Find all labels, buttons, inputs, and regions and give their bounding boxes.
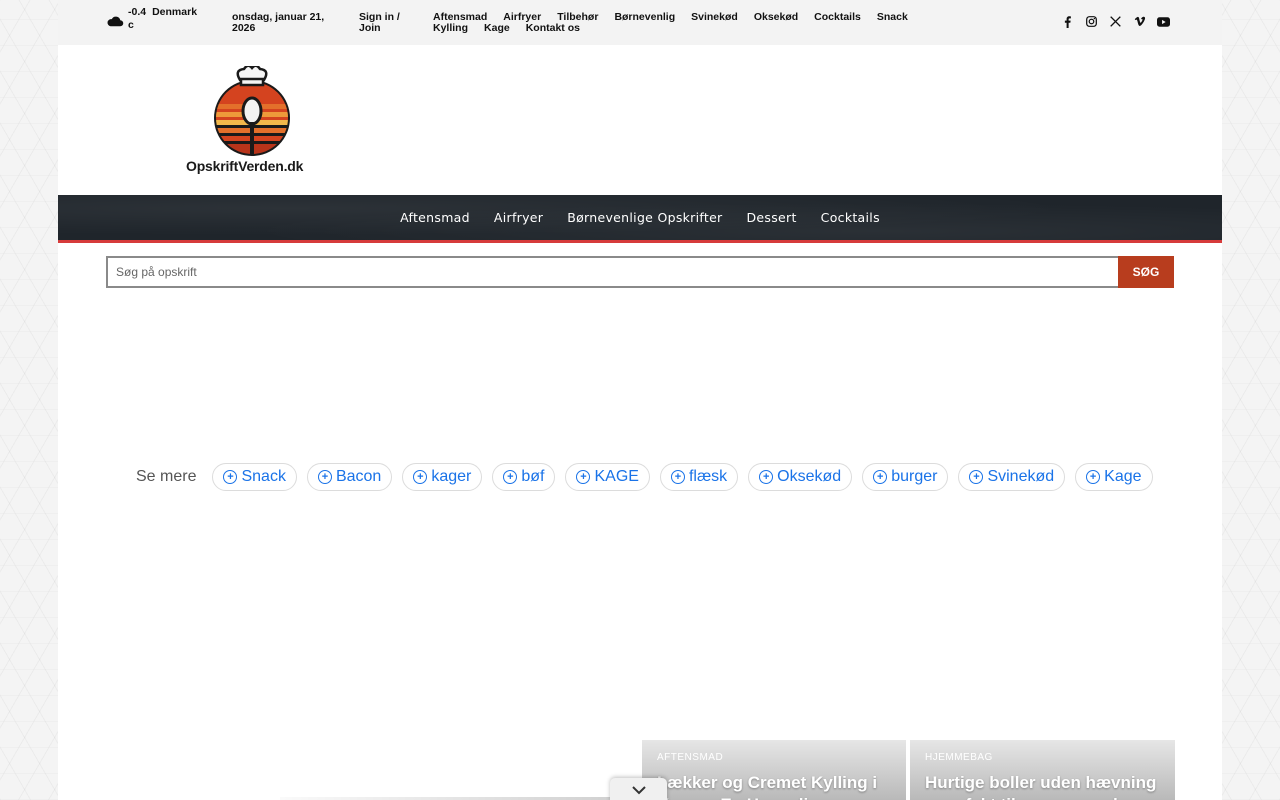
plus-circle-icon: +	[873, 470, 888, 484]
top-menu-item-kontakt[interactable]: Kontakt os	[526, 23, 580, 34]
top-menu-item-cocktails[interactable]: Cocktails	[814, 12, 861, 23]
weather-unit: c	[128, 19, 134, 31]
top-menu-item-bornevenlig[interactable]: Børnevenlig	[614, 12, 675, 23]
tag-label: burger	[891, 468, 938, 485]
social-links	[1061, 15, 1170, 28]
nav-item-dessert[interactable]: Dessert	[747, 210, 797, 225]
tag-chip[interactable]: + Kage	[1075, 463, 1153, 491]
tag-chip[interactable]: + Svinekød	[958, 463, 1066, 491]
plus-circle-icon: +	[670, 470, 685, 484]
nav-item-airfryer[interactable]: Airfryer	[494, 210, 543, 225]
tag-label: bøf	[521, 468, 545, 485]
plus-circle-icon: +	[317, 470, 332, 484]
tag-chip[interactable]: + Snack	[212, 463, 297, 491]
search-button[interactable]: SØG	[1118, 256, 1174, 288]
expand-toggle[interactable]	[610, 778, 667, 800]
card-category[interactable]: AFTENSMAD	[657, 752, 723, 763]
chevron-down-icon	[631, 786, 646, 795]
tag-label: Kage	[1104, 468, 1142, 485]
recipe-card[interactable]: HJEMMEBAG Hurtige boller uden hævning – …	[910, 740, 1175, 800]
plus-circle-icon: +	[413, 470, 428, 484]
top-menu-item-kage[interactable]: Kage	[484, 23, 510, 34]
top-menu-item-oksekod[interactable]: Oksekød	[754, 12, 798, 23]
tag-chip[interactable]: + kager	[402, 463, 483, 491]
tag-label: kager	[431, 468, 472, 485]
nav-item-bornevenlige[interactable]: Børnevenlige Opskrifter	[567, 210, 722, 225]
youtube-icon[interactable]	[1157, 15, 1170, 28]
top-menu-item-snack[interactable]: Snack	[877, 12, 908, 23]
tag-chip[interactable]: + burger	[862, 463, 949, 491]
logo-text: OpskriftVerden.dk	[186, 158, 304, 174]
current-date: onsdag, januar 21, 2026	[232, 11, 325, 34]
weather-text: -0.4 Denmark c	[128, 6, 210, 32]
tag-label: Snack	[241, 468, 286, 485]
plus-circle-icon: +	[969, 470, 984, 484]
search-input[interactable]	[106, 256, 1118, 288]
x-icon[interactable]	[1109, 15, 1122, 28]
tag-chip[interactable]: + Bacon	[306, 463, 393, 491]
tag-label: Svinekød	[987, 468, 1055, 485]
page-container: -0.4 Denmark c onsdag, januar 21, 2026 Si…	[58, 0, 1222, 800]
tag-label: Oksekød	[777, 468, 842, 485]
vimeo-icon[interactable]	[1133, 15, 1146, 28]
card-title[interactable]: Hurtige boller uden hævning – perfekt ti…	[925, 772, 1165, 800]
plus-circle-icon: +	[223, 470, 238, 484]
top-menu-item-svinekod[interactable]: Svinekød	[691, 12, 738, 23]
cloud-icon	[107, 16, 124, 27]
tag-chip[interactable]: + KAGE	[565, 463, 650, 491]
instagram-icon[interactable]	[1085, 15, 1098, 28]
tag-chip[interactable]: + flæsk	[659, 463, 739, 491]
weather-location: Denmark	[152, 6, 198, 18]
tag-label: flæsk	[688, 468, 728, 485]
top-menu: Aftensmad Airfryer Tilbehør Børnevenlig …	[433, 12, 913, 34]
weather-widget: -0.4 Denmark c	[106, 6, 210, 32]
top-bar: -0.4 Denmark c onsdag, januar 21, 2026 Si…	[58, 0, 1222, 45]
search-bar: SØG	[106, 256, 1174, 288]
nav-item-cocktails[interactable]: Cocktails	[821, 210, 880, 225]
tag-label: KAGE	[594, 468, 639, 485]
tag-label: Bacon	[335, 468, 382, 485]
card-title[interactable]: Lækker og Cremet Kylling i Karry – En Hy…	[657, 772, 897, 800]
tag-chip[interactable]: + Oksekød	[748, 463, 853, 491]
card-category[interactable]: HJEMMEBAG	[925, 752, 993, 763]
tags-label: Se mere	[136, 468, 197, 485]
weather-temp: -0.4	[128, 6, 147, 18]
plus-circle-icon: +	[503, 470, 518, 484]
main-nav: Aftensmad Airfryer Børnevenlige Opskrift…	[58, 195, 1222, 243]
plus-circle-icon: +	[759, 470, 774, 484]
top-menu-item-kylling[interactable]: Kylling	[433, 23, 468, 34]
plus-circle-icon: +	[1086, 470, 1101, 484]
recipe-card[interactable]: AFTENSMAD Lækker og Cremet Kylling i Kar…	[642, 740, 906, 800]
facebook-icon[interactable]	[1061, 15, 1074, 28]
tag-chip[interactable]: + bøf	[492, 463, 556, 491]
plus-circle-icon: +	[576, 470, 591, 484]
nav-item-aftensmad[interactable]: Aftensmad	[400, 210, 470, 225]
signin-link[interactable]: Sign in / Join	[359, 12, 419, 34]
tag-list: Se mere + Snack + Bacon + kager + bøf + KAGE …	[136, 463, 1153, 491]
